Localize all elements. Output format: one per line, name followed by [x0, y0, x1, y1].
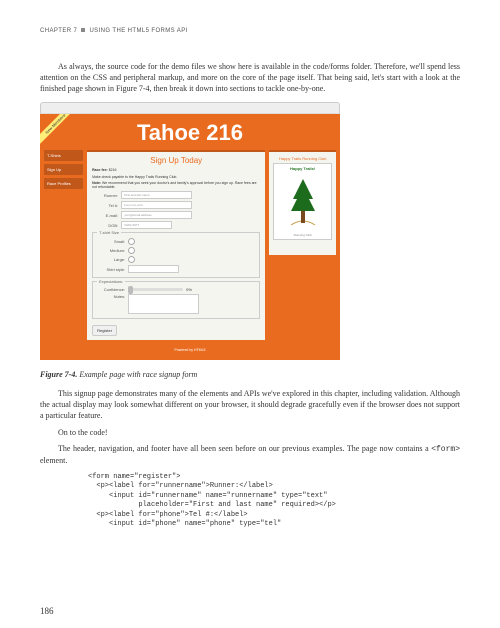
- email-label: E-mail:: [92, 213, 118, 218]
- promo-heading: Happy Trails Running Club: [273, 156, 332, 161]
- payable-line: Make check payable to the Happy Trails R…: [92, 175, 260, 179]
- after3-part-b: element.: [40, 456, 67, 465]
- app-frame: New Members! Tahoe 216 T-Shirts Sign Up …: [40, 114, 340, 360]
- promo-panel: Happy Trails Running Club Happy Trails! …: [269, 150, 336, 255]
- opt-large-label: Large:: [99, 257, 125, 262]
- page-number: 186: [40, 606, 54, 616]
- note-line: Note: We recommend that you seek your do…: [92, 181, 260, 189]
- after3-part-a: The header, navigation, and footer have …: [58, 444, 431, 453]
- figure-caption: Figure 7-4. Example page with race signu…: [40, 370, 460, 379]
- promo-card-sub: Running Club: [276, 233, 329, 237]
- slider-thumb-icon[interactable]: [128, 286, 133, 294]
- race-fee-label: Race fee:: [92, 168, 108, 172]
- tshirt-legend: T-shirt Size: [97, 230, 121, 235]
- tel-field-row: Tel #: (xxx) xxx-xxxx: [92, 201, 260, 209]
- after-paragraph-1: This signup page demonstrates many of th…: [40, 389, 460, 421]
- radio-small[interactable]: [128, 238, 135, 245]
- shirt-style-label: Shirt style:: [99, 267, 125, 272]
- dob-field-row: DOB: 10/01/1977: [92, 221, 260, 229]
- notes-row: Notes:: [99, 294, 253, 314]
- nav-item-signup[interactable]: Sign Up: [44, 164, 83, 175]
- race-fee-line: Race fee: $216: [92, 168, 260, 172]
- after-paragraph-2: On to the code!: [40, 428, 460, 439]
- promo-card: Happy Trails! Running Club: [273, 163, 332, 240]
- runner-input[interactable]: First and last name: [121, 191, 192, 199]
- expectations-legend: Expectations:: [97, 279, 125, 284]
- nav-item-profiles[interactable]: Race Profiles: [44, 178, 83, 189]
- chapter-title: USING THE HTML5 FORMS API: [89, 28, 187, 34]
- chapter-label: CHAPTER 7: [40, 28, 77, 34]
- nav-item-tshirts[interactable]: T-Shirts: [44, 150, 83, 161]
- confidence-label: Confidence:: [99, 287, 125, 292]
- form-heading: Sign Up Today: [92, 156, 260, 165]
- figure-screenshot: New Members! Tahoe 216 T-Shirts Sign Up …: [40, 102, 340, 360]
- register-button[interactable]: Register: [92, 325, 117, 336]
- race-fee-value: $216: [109, 168, 117, 172]
- email-field-row: E-mail: your@email.address: [92, 211, 260, 219]
- figure-number: Figure 7-4.: [40, 370, 77, 379]
- notes-label: Notes:: [99, 294, 125, 299]
- shirt-style-input[interactable]: [128, 265, 179, 273]
- app-footer: Powered by HTML5: [40, 340, 340, 354]
- figure-caption-text: Example page with race signup form: [77, 370, 197, 379]
- app-title: Tahoe 216: [40, 114, 340, 150]
- code-listing: <form name="register"> <p><label for="ru…: [88, 473, 460, 530]
- confidence-readout: 0%: [186, 287, 192, 292]
- opt-small-row: Small:: [99, 238, 253, 245]
- promo-card-title: Happy Trails!: [276, 166, 329, 171]
- confidence-slider[interactable]: [128, 288, 183, 291]
- runner-field-row: Runner: First and last name: [92, 191, 260, 199]
- dob-label: DOB:: [92, 223, 118, 228]
- signup-form-panel: Sign Up Today Race fee: $216 Make check …: [87, 150, 265, 340]
- tree-icon: [283, 173, 323, 229]
- tel-label: Tel #:: [92, 203, 118, 208]
- radio-medium[interactable]: [128, 247, 135, 254]
- book-page: CHAPTER 7 USING THE HTML5 FORMS API As a…: [0, 0, 500, 628]
- opt-large-row: Large:: [99, 256, 253, 263]
- opt-medium-label: Medium:: [99, 248, 125, 253]
- notes-textarea[interactable]: [128, 294, 199, 314]
- running-header: CHAPTER 7 USING THE HTML5 FORMS API: [40, 28, 460, 34]
- email-input[interactable]: your@email.address: [121, 211, 192, 219]
- note-text: We recommend that you seek your doctor's…: [92, 181, 257, 189]
- runner-label: Runner:: [92, 193, 118, 198]
- sidebar-nav: T-Shirts Sign Up Race Profiles: [44, 150, 83, 340]
- dob-input[interactable]: 10/01/1977: [121, 221, 172, 229]
- opt-small-label: Small:: [99, 239, 125, 244]
- header-separator-icon: [81, 28, 85, 32]
- expectations-fieldset: Expectations: Confidence: 0% Notes:: [92, 281, 260, 319]
- intro-paragraph: As always, the source code for the demo …: [40, 62, 460, 94]
- tel-input[interactable]: (xxx) xxx-xxxx: [121, 201, 192, 209]
- confidence-row: Confidence: 0%: [99, 287, 253, 292]
- radio-large[interactable]: [128, 256, 135, 263]
- opt-medium-row: Medium:: [99, 247, 253, 254]
- tshirt-fieldset: T-shirt Size Small: Medium: Large:: [92, 232, 260, 278]
- shirt-style-row: Shirt style:: [99, 265, 253, 273]
- browser-chrome: [40, 102, 340, 114]
- after-paragraph-3: The header, navigation, and footer have …: [40, 444, 460, 467]
- form-element-code: <form>: [431, 445, 460, 454]
